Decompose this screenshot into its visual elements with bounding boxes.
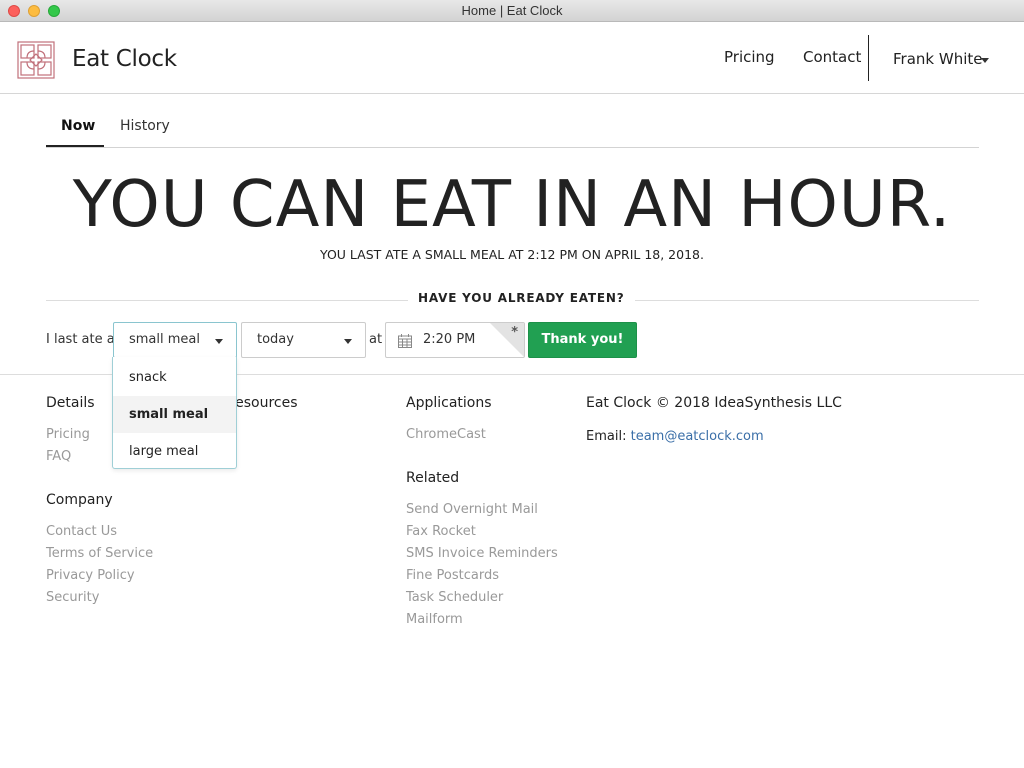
footer-heading-applications: Applications: [406, 395, 492, 411]
at-label: at: [369, 332, 383, 347]
footer-link-privacy[interactable]: Privacy Policy: [46, 568, 135, 583]
required-asterisk: *: [511, 325, 518, 340]
footer-link-sms-invoice[interactable]: SMS Invoice Reminders: [406, 546, 558, 561]
nav-link-pricing[interactable]: Pricing: [724, 48, 775, 66]
meal-prefix-label: I last ate a: [46, 332, 115, 347]
footer-link-send-overnight-mail[interactable]: Send Overnight Mail: [406, 502, 538, 517]
footer-heading-company: Company: [46, 492, 113, 508]
footer-copyright: Eat Clock © 2018 IdeaSynthesis LLC: [586, 395, 842, 411]
window-titlebar: Home | Eat Clock: [0, 0, 1024, 22]
footer-link-faq[interactable]: FAQ: [46, 449, 71, 464]
footer-link-pricing[interactable]: Pricing: [46, 427, 90, 442]
time-field[interactable]: *: [385, 322, 525, 358]
tab-now[interactable]: Now: [61, 118, 95, 134]
footer-link-task-scheduler[interactable]: Task Scheduler: [406, 590, 503, 605]
nav-link-contact[interactable]: Contact: [803, 48, 861, 66]
meal-size-value: small meal: [129, 332, 200, 347]
footer-email-link[interactable]: team@eatclock.com: [631, 429, 764, 444]
submit-meal-button[interactable]: Thank you!: [528, 322, 637, 358]
eat-status-headline: YOU CAN EAT IN AN HOUR.: [72, 168, 952, 242]
footer-link-contact-us[interactable]: Contact Us: [46, 524, 117, 539]
required-corner: [490, 323, 524, 357]
brand-name[interactable]: Eat Clock: [72, 46, 177, 72]
chevron-down-icon: [215, 339, 223, 344]
user-menu-button[interactable]: Frank White: [893, 50, 982, 68]
footer-heading-details: Details: [46, 395, 95, 411]
calendar-icon: [398, 334, 412, 348]
footer-link-mailform[interactable]: Mailform: [406, 612, 463, 627]
meal-size-dropdown: snack small meal large meal: [112, 357, 237, 469]
active-tab-indicator: [46, 145, 104, 147]
footer-heading-related: Related: [406, 470, 460, 486]
footer-link-fax-rocket[interactable]: Fax Rocket: [406, 524, 476, 539]
chevron-down-icon: [344, 339, 352, 344]
section-title: HAVE YOU ALREADY EATEN?: [408, 291, 635, 305]
meal-option-small-meal[interactable]: small meal: [113, 396, 236, 433]
meal-option-snack[interactable]: snack: [113, 359, 236, 396]
nav-divider: [868, 35, 869, 81]
last-meal-summary: YOU LAST ATE A SMALL MEAL AT 2:12 PM ON …: [320, 247, 704, 262]
footer-link-fine-postcards[interactable]: Fine Postcards: [406, 568, 499, 583]
navbar: Eat Clock Pricing Contact Frank White: [0, 22, 1024, 94]
window-title: Home | Eat Clock: [461, 3, 563, 18]
tab-history[interactable]: History: [120, 118, 170, 134]
footer-link-security[interactable]: Security: [46, 590, 99, 605]
tab-bar: Now History: [46, 108, 979, 148]
eat-clock-logo-icon[interactable]: [17, 41, 55, 79]
day-select[interactable]: today: [241, 322, 366, 358]
day-value: today: [257, 332, 294, 347]
footer-link-chromecast[interactable]: ChromeCast: [406, 427, 486, 442]
footer-email-row: Email: team@eatclock.com: [586, 429, 764, 444]
footer-link-terms[interactable]: Terms of Service: [46, 546, 153, 561]
chevron-down-icon[interactable]: [981, 58, 989, 63]
time-input[interactable]: [423, 332, 493, 347]
meal-option-large-meal[interactable]: large meal: [113, 433, 236, 470]
meal-size-select[interactable]: small meal: [113, 322, 237, 358]
footer-email-label: Email:: [586, 429, 627, 444]
